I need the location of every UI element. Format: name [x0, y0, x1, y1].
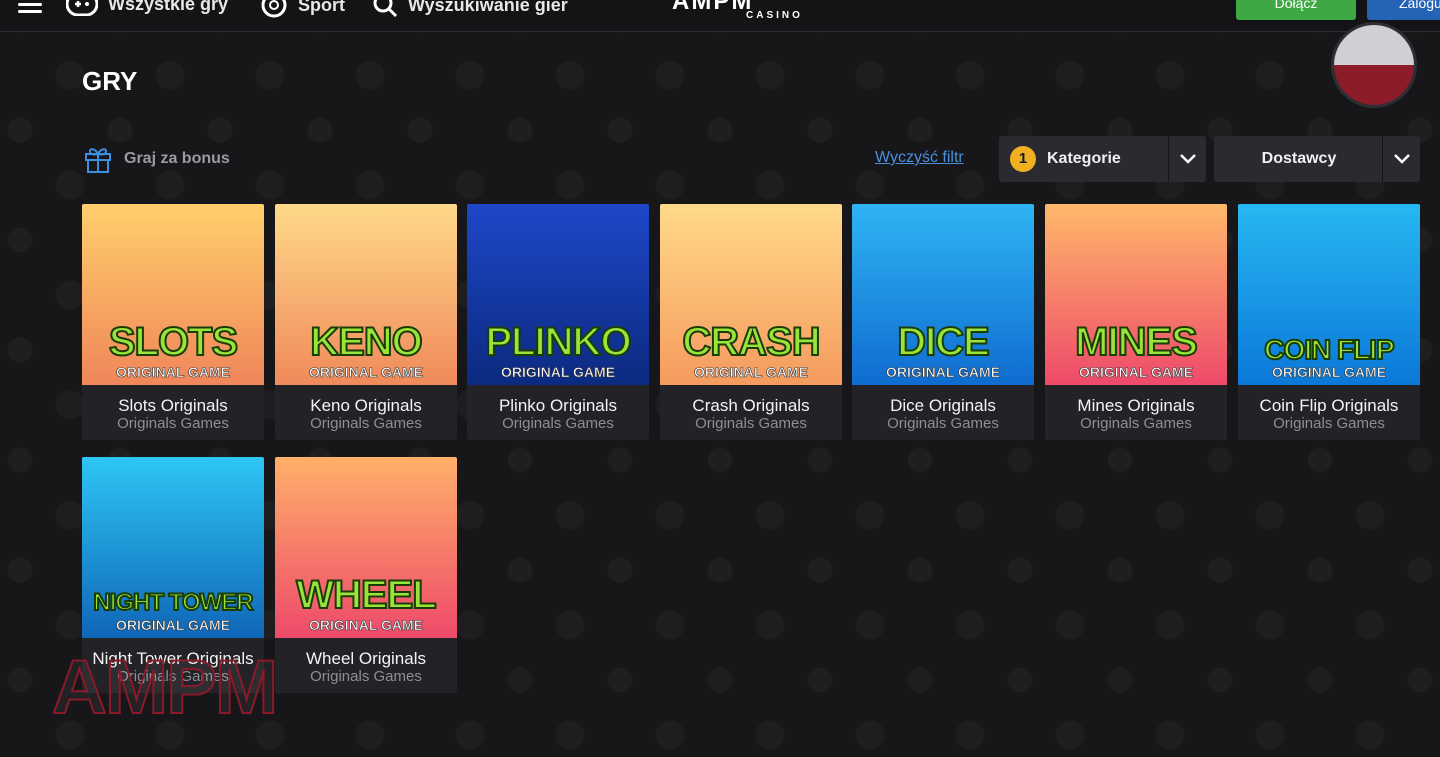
game-thumb-sub: ORIGINAL GAME [885, 364, 1001, 381]
game-name[interactable]: Slots Originals [82, 397, 264, 415]
game-thumb-sub: ORIGINAL GAME [1271, 364, 1387, 381]
ball-icon [261, 0, 287, 18]
game-name[interactable]: Plinko Originals [467, 397, 649, 415]
game-thumb-title: KENO [309, 320, 424, 364]
page-title: GRY [82, 66, 138, 96]
game-thumbnail[interactable]: MINES ORIGINAL GAME [1045, 204, 1227, 385]
game-category: Originals Games [1273, 415, 1385, 432]
game-thumb-title: MINES [1074, 320, 1199, 364]
casino-logo[interactable]: AMPM CASINO [672, 0, 822, 24]
logo-sub: CASINO [746, 10, 803, 21]
game-thumbnail[interactable]: PLINKO ORIGINAL GAME [467, 204, 649, 385]
game-thumbnail[interactable]: COIN FLIP ORIGINAL GAME [1238, 204, 1420, 385]
join-button[interactable]: Dołącz [1236, 0, 1356, 20]
game-thumb-title: SLOTS [108, 320, 239, 364]
game-thumbnail[interactable]: CRASH ORIGINAL GAME [660, 204, 842, 385]
game-thumb-title: PLINKO [484, 320, 632, 364]
game-card[interactable]: CRASH ORIGINAL GAME Crash Originals Orig… [660, 204, 842, 440]
game-thumb-sub: ORIGINAL GAME [308, 617, 424, 634]
game-card[interactable]: MINES ORIGINAL GAME Mines Originals Orig… [1045, 204, 1227, 440]
nav-sport-label: Sport [298, 0, 345, 15]
nav-all-games-label: Wszystkie gry [108, 0, 229, 14]
game-thumb-sub: ORIGINAL GAME [115, 364, 231, 381]
game-card[interactable]: WHEEL ORIGINAL GAME Wheel Originals Orig… [275, 457, 457, 693]
game-thumbnail[interactable]: NIGHT TOWER ORIGINAL GAME [82, 457, 264, 638]
clear-filter-link[interactable]: Wyczyść filtr [875, 149, 964, 167]
nav-search-label: Wyszukiwanie gier [408, 0, 568, 15]
login-button[interactable]: Zaloguj [1367, 0, 1440, 20]
game-category: Originals Games [310, 415, 422, 432]
game-name[interactable]: Mines Originals [1045, 397, 1227, 415]
top-nav-bar: Wszystkie gry Sport Wyszukiwanie gier AM… [0, 0, 1440, 32]
chevron-down-icon[interactable] [1168, 136, 1206, 182]
language-flag-icon[interactable] [1331, 22, 1417, 108]
game-thumbnail[interactable]: KENO ORIGINAL GAME [275, 204, 457, 385]
bonus-label: Graj za bonus [124, 150, 230, 167]
game-card[interactable]: COIN FLIP ORIGINAL GAME Coin Flip Origin… [1238, 204, 1420, 440]
game-category: Originals Games [502, 415, 614, 432]
game-name[interactable]: Wheel Originals [275, 650, 457, 668]
gamepad-icon [66, 0, 98, 16]
game-thumb-sub: ORIGINAL GAME [500, 364, 616, 381]
game-card[interactable]: SLOTS ORIGINAL GAME Slots Originals Orig… [82, 204, 264, 440]
game-category: Originals Games [887, 415, 999, 432]
game-category: Originals Games [117, 415, 229, 432]
nav-sport[interactable]: Sport [260, 0, 345, 18]
play-for-bonus-toggle[interactable]: Graj za bonus [84, 144, 230, 174]
nav-search[interactable]: Wyszukiwanie gier [372, 0, 568, 18]
game-card[interactable]: PLINKO ORIGINAL GAME Plinko Originals Or… [467, 204, 649, 440]
watermark-logo: AMPM [51, 645, 279, 730]
game-thumb-sub: ORIGINAL GAME [693, 364, 809, 381]
game-thumb-sub: ORIGINAL GAME [308, 364, 424, 381]
game-category: Originals Games [1080, 415, 1192, 432]
menu-icon[interactable] [18, 0, 42, 13]
game-thumb-title: CRASH [681, 320, 821, 364]
nav-all-games[interactable]: Wszystkie gry [66, 0, 228, 16]
game-thumb-sub: ORIGINAL GAME [1078, 364, 1194, 381]
categories-count-badge: 1 [1010, 146, 1036, 172]
categories-label: Kategorie [1047, 150, 1121, 167]
game-category: Originals Games [695, 415, 807, 432]
game-thumbnail[interactable]: WHEEL ORIGINAL GAME [275, 457, 457, 638]
game-thumbnail[interactable]: DICE ORIGINAL GAME [852, 204, 1034, 385]
categories-dropdown[interactable]: 1 Kategorie [999, 136, 1206, 182]
game-card[interactable]: KENO ORIGINAL GAME Keno Originals Origin… [275, 204, 457, 440]
gift-icon [85, 148, 111, 173]
search-icon [373, 0, 398, 18]
providers-dropdown[interactable]: Dostawcy [1214, 136, 1420, 182]
chevron-down-icon[interactable] [1382, 136, 1420, 182]
game-name[interactable]: Dice Originals [852, 397, 1034, 415]
game-thumb-sub: ORIGINAL GAME [115, 617, 231, 634]
game-thumbnail[interactable]: SLOTS ORIGINAL GAME [82, 204, 264, 385]
game-card[interactable]: DICE ORIGINAL GAME Dice Originals Origin… [852, 204, 1034, 440]
game-name[interactable]: Keno Originals [275, 397, 457, 415]
game-thumb-title: DICE [896, 320, 991, 364]
game-name[interactable]: Coin Flip Originals [1238, 397, 1420, 415]
game-thumb-title: WHEEL [295, 573, 437, 617]
game-name[interactable]: Crash Originals [660, 397, 842, 415]
providers-label: Dostawcy [1261, 150, 1337, 167]
game-category: Originals Games [310, 668, 422, 685]
